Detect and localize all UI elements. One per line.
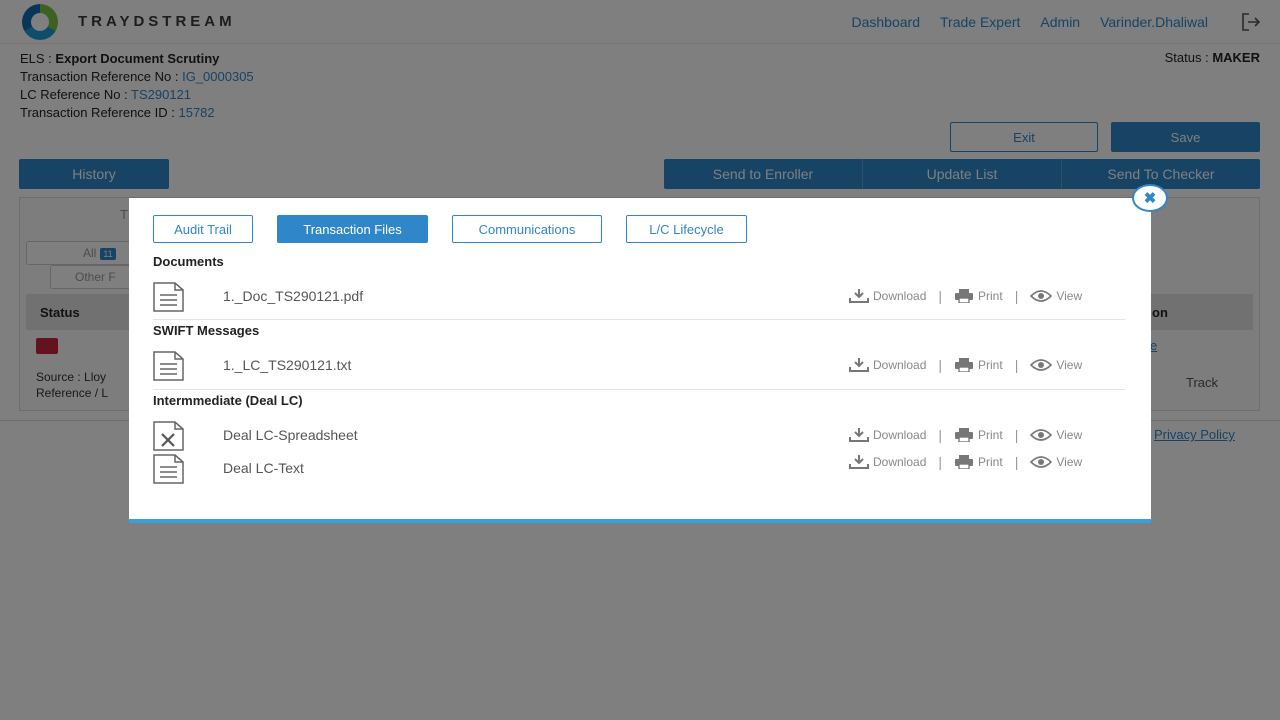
print-label: Print bbox=[978, 455, 1003, 469]
separator: | bbox=[1014, 288, 1019, 304]
eye-icon bbox=[1030, 456, 1053, 468]
download-label: Download bbox=[873, 358, 927, 372]
modal-close-button[interactable]: ✖ bbox=[1132, 184, 1168, 212]
spreadsheet-icon bbox=[153, 421, 184, 451]
download-icon bbox=[849, 358, 869, 372]
print-icon bbox=[955, 428, 974, 442]
section-title-swift: SWIFT Messages bbox=[153, 323, 260, 338]
separator: | bbox=[938, 288, 943, 304]
print-icon bbox=[955, 455, 974, 469]
tab-transaction-files[interactable]: Transaction Files bbox=[277, 215, 428, 243]
file-actions: Download | Print | View bbox=[849, 427, 1082, 443]
view-button[interactable]: View bbox=[1030, 358, 1082, 372]
print-icon bbox=[955, 358, 974, 372]
download-icon bbox=[849, 289, 869, 303]
print-icon bbox=[955, 289, 974, 303]
separator: | bbox=[1014, 357, 1019, 373]
separator: | bbox=[938, 357, 943, 373]
view-button[interactable]: View bbox=[1030, 289, 1082, 303]
close-icon: ✖ bbox=[1143, 189, 1157, 207]
print-button[interactable]: Print bbox=[954, 289, 1003, 303]
file-name[interactable]: Deal LC-Text bbox=[223, 460, 304, 476]
section-divider bbox=[153, 319, 1125, 320]
download-button[interactable]: Download bbox=[849, 358, 926, 372]
separator: | bbox=[938, 427, 943, 443]
print-label: Print bbox=[978, 358, 1003, 372]
download-label: Download bbox=[873, 428, 927, 442]
file-actions: Download | Print | View bbox=[849, 288, 1082, 304]
view-label: View bbox=[1056, 289, 1083, 303]
print-label: Print bbox=[978, 289, 1003, 303]
print-button[interactable]: Print bbox=[954, 455, 1003, 469]
section-title-documents: Documents bbox=[153, 254, 224, 269]
view-button[interactable]: View bbox=[1030, 455, 1082, 469]
download-button[interactable]: Download bbox=[849, 428, 926, 442]
document-icon bbox=[153, 454, 184, 484]
eye-icon bbox=[1030, 429, 1053, 441]
print-button[interactable]: Print bbox=[954, 358, 1003, 372]
view-label: View bbox=[1056, 358, 1083, 372]
separator: | bbox=[938, 454, 943, 470]
document-icon bbox=[153, 351, 184, 381]
view-button[interactable]: View bbox=[1030, 428, 1082, 442]
download-button[interactable]: Download bbox=[849, 455, 926, 469]
download-label: Download bbox=[873, 455, 927, 469]
eye-icon bbox=[1030, 359, 1053, 371]
download-button[interactable]: Download bbox=[849, 289, 926, 303]
view-label: View bbox=[1056, 428, 1083, 442]
transaction-files-modal: Audit Trail Transaction Files Communicat… bbox=[129, 198, 1151, 523]
tab-lc-lifecycle[interactable]: L/C Lifecycle bbox=[626, 215, 747, 243]
section-title-intermediate: Intermmediate (Deal LC) bbox=[153, 393, 303, 408]
download-icon bbox=[849, 428, 869, 442]
file-name[interactable]: 1._Doc_TS290121.pdf bbox=[223, 288, 363, 304]
section-divider bbox=[153, 389, 1125, 390]
separator: | bbox=[1014, 427, 1019, 443]
eye-icon bbox=[1030, 290, 1053, 302]
view-label: View bbox=[1056, 455, 1083, 469]
download-icon bbox=[849, 455, 869, 469]
file-actions: Download | Print | View bbox=[849, 357, 1082, 373]
tab-audit-trail[interactable]: Audit Trail bbox=[153, 215, 253, 243]
tab-communications[interactable]: Communications bbox=[452, 215, 602, 243]
file-actions: Download | Print | View bbox=[849, 454, 1082, 470]
print-label: Print bbox=[978, 428, 1003, 442]
download-label: Download bbox=[873, 289, 927, 303]
document-icon bbox=[153, 282, 184, 312]
separator: | bbox=[1014, 454, 1019, 470]
file-name[interactable]: Deal LC-Spreadsheet bbox=[223, 427, 358, 443]
file-name[interactable]: 1._LC_TS290121.txt bbox=[223, 357, 351, 373]
print-button[interactable]: Print bbox=[954, 428, 1003, 442]
